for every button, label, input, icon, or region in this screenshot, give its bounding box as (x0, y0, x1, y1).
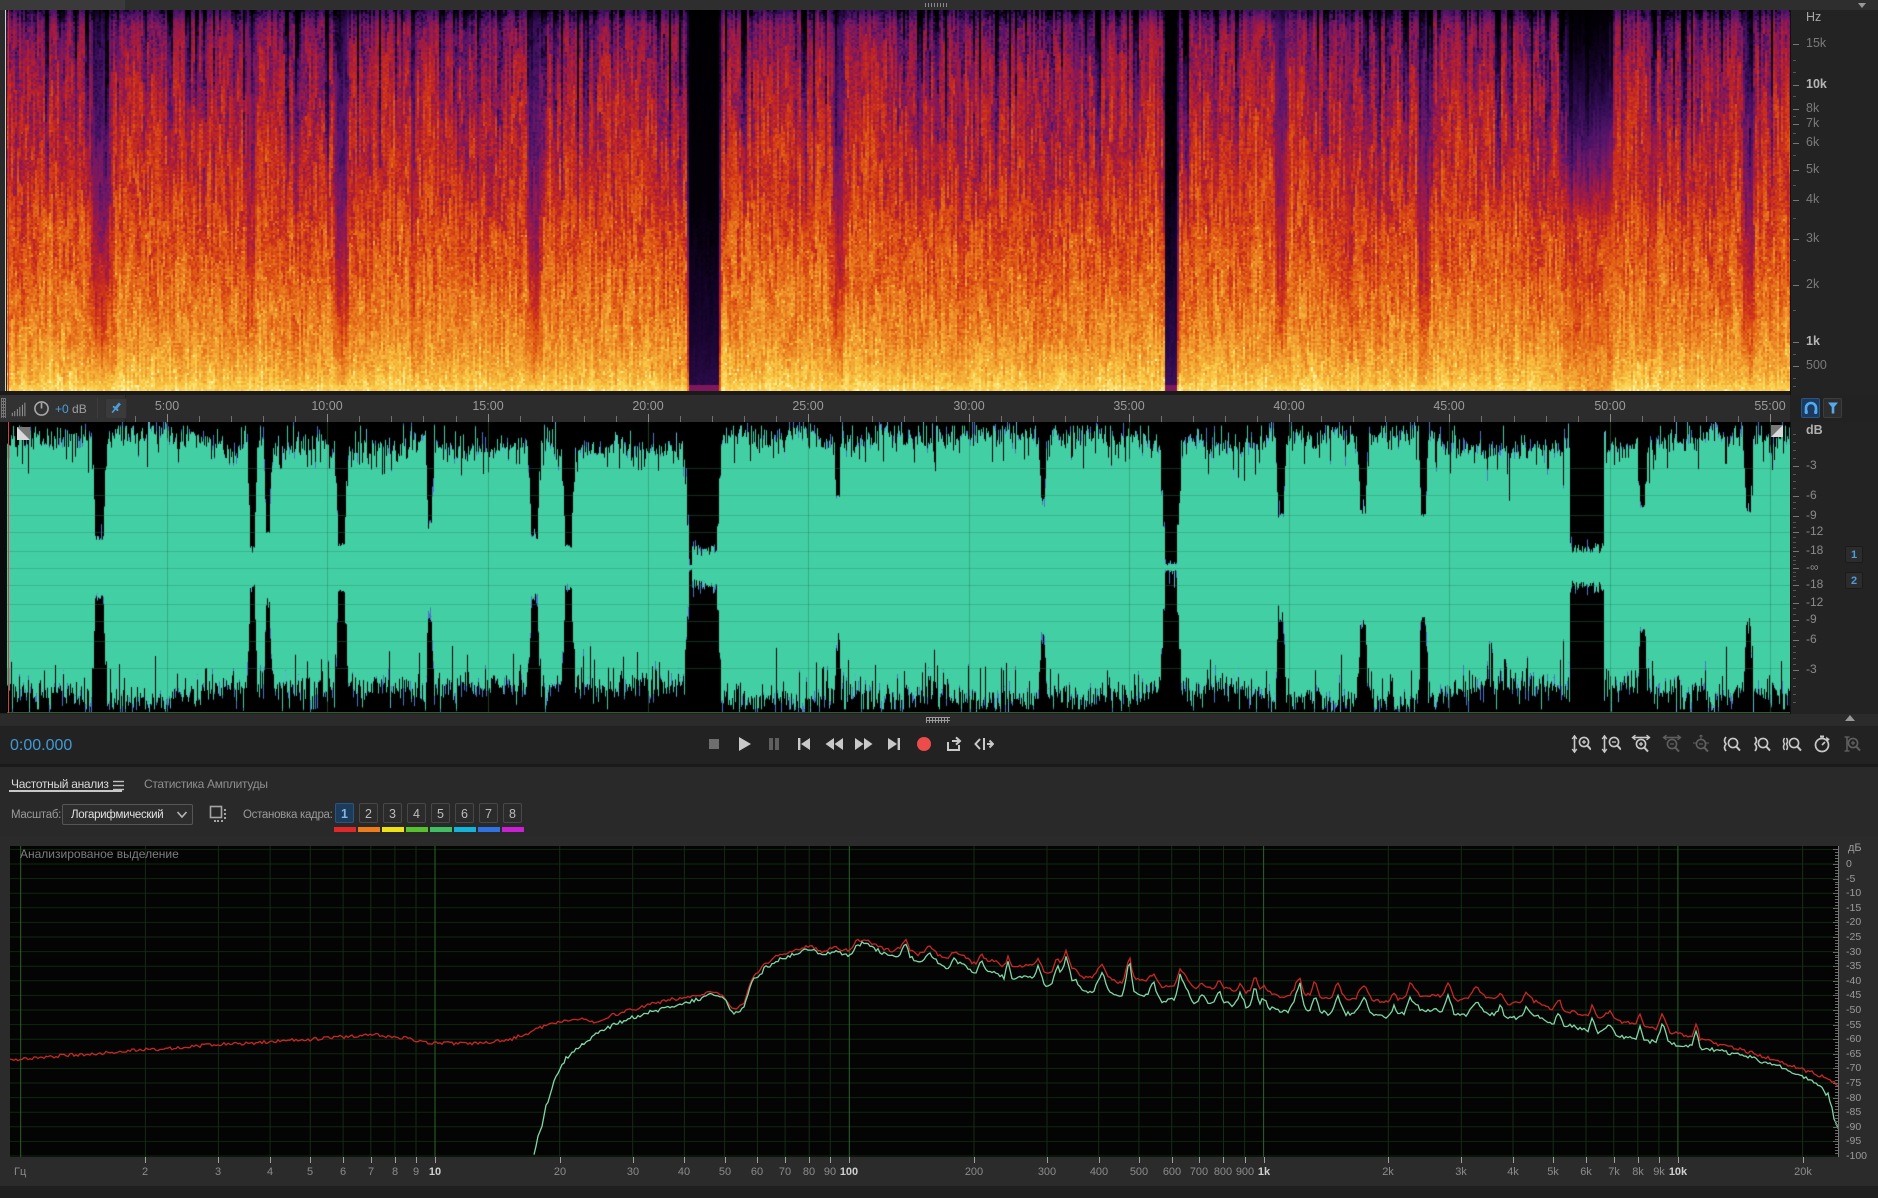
svg-text:Анализированое выделение: Анализированое выделение (20, 847, 179, 861)
